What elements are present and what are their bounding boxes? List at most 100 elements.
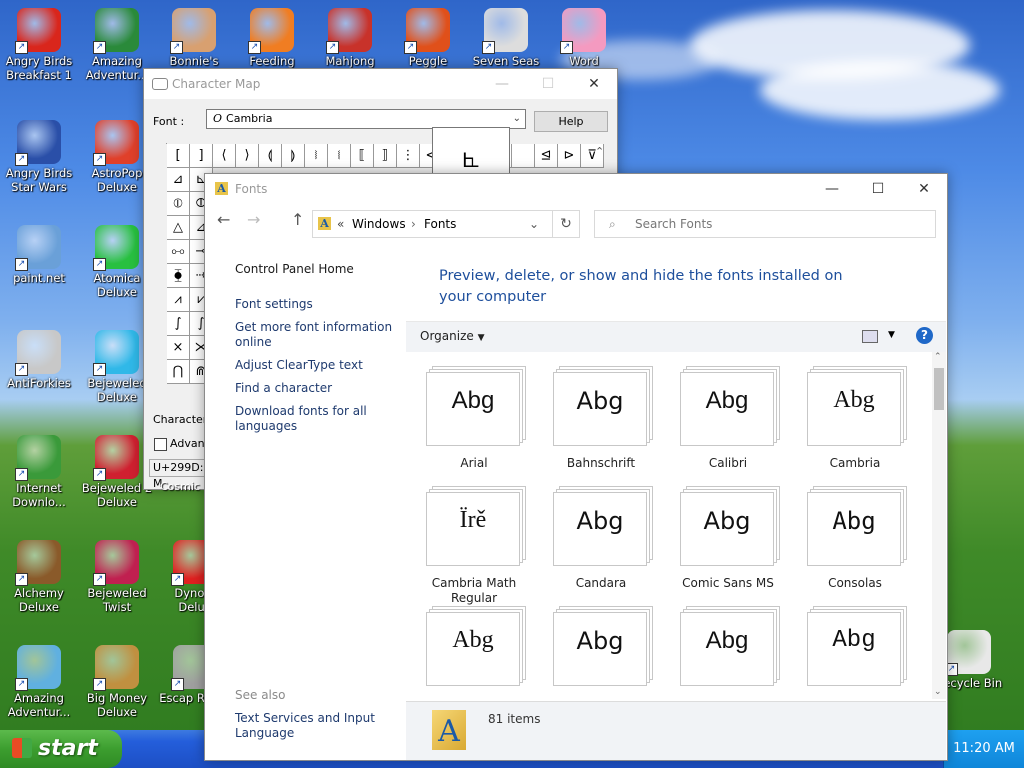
- breadcrumb-windows[interactable]: Windows: [352, 211, 406, 237]
- char-cell[interactable]: ⟧: [374, 144, 397, 168]
- char-cell[interactable]: ⩘: [167, 288, 190, 312]
- font-item[interactable]: Abg Calibri: [668, 364, 788, 479]
- grid-scroll-up[interactable]: ⌃: [595, 145, 604, 158]
- desktop-icon[interactable]: ↗ Angry Birds Breakfast 1: [0, 8, 78, 82]
- desktop-icon[interactable]: ↗ Big Money Deluxe: [78, 645, 156, 719]
- address-dropdown-icon[interactable]: ⌄: [529, 211, 539, 237]
- char-cell[interactable]: ⟩: [236, 144, 259, 168]
- char-cell[interactable]: ⊿: [167, 168, 190, 192]
- font-item[interactable]: Abg Arial: [414, 364, 534, 479]
- char-cell[interactable]: ⧘: [305, 144, 328, 168]
- back-arrow-icon[interactable]: ←: [217, 210, 230, 229]
- desktop-icon[interactable]: ↗ Seven Seas: [467, 8, 545, 68]
- char-cell[interactable]: ⋂: [167, 360, 190, 384]
- desktop-icon[interactable]: ↗ Mahjong: [311, 8, 389, 68]
- desktop-icon[interactable]: ↗ Peggle: [389, 8, 467, 68]
- desktop-icon[interactable]: ↗ Bonnie's: [155, 8, 233, 68]
- char-cell[interactable]: ⟭: [282, 144, 305, 168]
- fonts-window: A Fonts — ☐ ✕ ← → ↑ A « Windows › Fonts …: [204, 173, 948, 761]
- char-cell[interactable]: ∫: [167, 312, 190, 336]
- char-cell[interactable]: ⟬: [259, 144, 282, 168]
- desktop-icon[interactable]: ↗ AntiForkies: [0, 330, 78, 390]
- refresh-button[interactable]: ↻: [552, 210, 580, 238]
- system-tray[interactable]: 11:20 AM: [943, 730, 1024, 768]
- char-cell[interactable]: ×: [167, 336, 190, 360]
- char-cell[interactable]: ⊳: [558, 144, 581, 168]
- fonts-close-button[interactable]: ✕: [901, 174, 947, 204]
- desktop-icon[interactable]: ↗ Feeding: [233, 8, 311, 68]
- start-button[interactable]: start: [0, 730, 122, 768]
- font-item[interactable]: Abg: [668, 604, 788, 699]
- font-item[interactable]: Abg Bahnschrift: [541, 364, 661, 479]
- left-pane-link[interactable]: Find a character: [235, 381, 395, 396]
- desktop-icon[interactable]: ↗ Word: [545, 8, 623, 68]
- font-item[interactable]: Ïrě Cambria Math Regular: [414, 484, 534, 605]
- font-item[interactable]: Abg Candara: [541, 484, 661, 599]
- charmap-minimize-button[interactable]: —: [479, 69, 525, 99]
- left-pane-link[interactable]: Get more font information online: [235, 320, 395, 350]
- forward-arrow-icon[interactable]: →: [247, 210, 260, 229]
- up-arrow-icon[interactable]: ↑: [291, 210, 304, 229]
- text-services-link[interactable]: Text Services and Input Language: [235, 711, 395, 741]
- scrollbar-thumb[interactable]: [934, 368, 944, 410]
- font-item[interactable]: Abg Comic Sans MS: [668, 484, 788, 599]
- left-pane-link[interactable]: Font settings: [235, 297, 395, 312]
- font-item[interactable]: Abg: [414, 604, 534, 699]
- star-wars-icon: ↗: [15, 120, 61, 166]
- char-cell[interactable]: ⋮: [397, 144, 420, 168]
- fonts-minimize-button[interactable]: —: [809, 174, 855, 204]
- font-select[interactable]: O Cambria ⌄: [206, 109, 526, 129]
- char-cell[interactable]: ⧳: [167, 264, 190, 288]
- left-pane-link[interactable]: Download fonts for all languages: [235, 404, 395, 434]
- font-item[interactable]: Abg Consolas: [795, 484, 915, 599]
- char-cell[interactable]: △: [167, 216, 190, 240]
- char-cell[interactable]: [512, 144, 535, 168]
- char-cell[interactable]: ⦶: [167, 192, 190, 216]
- desktop-icon[interactable]: ↗ Angry Birds Star Wars: [0, 120, 78, 194]
- font-item[interactable]: Abg: [795, 604, 915, 699]
- desktop-icon[interactable]: ↗ Alchemy Deluxe: [0, 540, 78, 614]
- char-cell[interactable]: ⊴: [535, 144, 558, 168]
- pirate-icon: ↗: [482, 8, 528, 54]
- charmap-app-icon: [152, 78, 168, 90]
- help-icon[interactable]: ?: [916, 327, 933, 344]
- desktop-icon[interactable]: ↗ Amazing Adventur...: [0, 645, 78, 719]
- search-box[interactable]: ⌕ Search Fonts: [594, 210, 936, 238]
- view-options-icon[interactable]: [862, 330, 878, 343]
- charmap-maximize-button[interactable]: ☐: [525, 69, 571, 99]
- fonts-titlebar[interactable]: A Fonts — ☐ ✕: [205, 174, 947, 204]
- items-count: 81 items: [488, 712, 541, 726]
- left-pane-link[interactable]: Control Panel Home: [235, 262, 395, 277]
- font-item[interactable]: Abg Cambria: [795, 364, 915, 479]
- flower-icon: ↗: [560, 8, 606, 54]
- font-grid: Abg Arial Abg Bahnschrift Abg Calibri Abg Cambr…: [406, 352, 946, 699]
- desktop-icon[interactable]: ↗ Internet Downlo...: [0, 435, 78, 509]
- char-cell[interactable]: ⧟: [167, 240, 190, 264]
- font-item[interactable]: Abg: [541, 604, 661, 699]
- compass-icon: ↗: [93, 8, 139, 54]
- scroll-down-icon[interactable]: ⌄: [934, 687, 942, 697]
- char-cell[interactable]: ⧙: [328, 144, 351, 168]
- charmap-titlebar[interactable]: Character Map — ☐ ✕: [144, 69, 617, 99]
- char-cell[interactable]: ⟦: [351, 144, 374, 168]
- desktop-icon[interactable]: ↗ paint.net: [0, 225, 78, 285]
- fonts-title: Fonts: [235, 182, 268, 196]
- help-button[interactable]: Help: [534, 111, 608, 132]
- advanced-view-checkbox[interactable]: [154, 438, 167, 451]
- view-dropdown-icon[interactable]: ▼: [888, 330, 895, 340]
- desktop-icon-label: Big Money Deluxe: [86, 691, 148, 719]
- char-cell[interactable]: ⟨: [213, 144, 236, 168]
- vertical-scrollbar[interactable]: ⌃ ⌄: [932, 352, 946, 699]
- left-pane-link[interactable]: Adjust ClearType text: [235, 358, 395, 373]
- fonts-maximize-button[interactable]: ☐: [855, 174, 901, 204]
- scroll-up-icon[interactable]: ⌃: [934, 352, 942, 362]
- address-bar[interactable]: A « Windows › Fonts ⌄: [312, 210, 553, 238]
- charmap-close-button[interactable]: ✕: [571, 69, 617, 99]
- char-cell[interactable]: ]: [190, 144, 213, 168]
- organize-button[interactable]: Organize ▼: [420, 329, 485, 343]
- address-fonts-icon: A: [318, 217, 331, 230]
- desktop-icon[interactable]: ↗ Bejeweled Twist: [78, 540, 156, 614]
- char-cell[interactable]: [: [167, 144, 190, 168]
- desktop-icon-label: Bonnie's: [169, 54, 219, 68]
- breadcrumb-fonts[interactable]: Fonts: [424, 211, 456, 237]
